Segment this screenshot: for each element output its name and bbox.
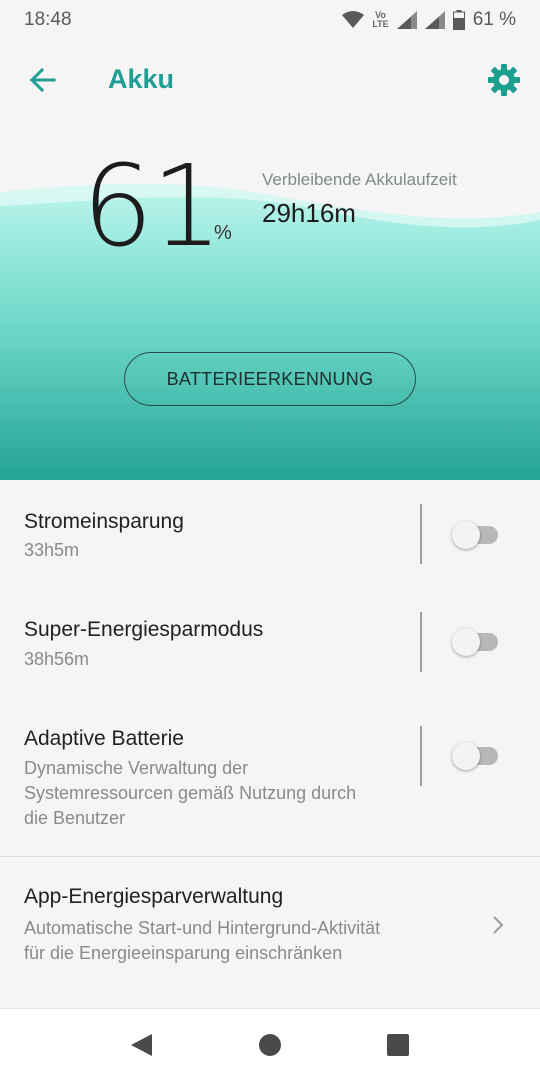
app-power-manager-subtitle: Automatische Start-und Hintergrund-Aktiv… <box>24 918 381 963</box>
app-power-manager-row[interactable]: App-Energiesparverwaltung Automatische S… <box>0 857 540 987</box>
toggle-thumb <box>452 521 480 549</box>
chevron-right-icon <box>493 916 504 934</box>
page-title: Akku <box>108 64 175 94</box>
power-saving-toggle[interactable] <box>452 520 500 550</box>
battery-percent: 61 <box>82 142 223 272</box>
remaining-time-value: 29h16m <box>262 198 356 228</box>
battery-detection-button[interactable]: BATTERIEERKENNUNG <box>124 352 416 406</box>
power-saving-row[interactable]: Stromeinsparung 33h5m <box>0 480 540 590</box>
row-divider <box>420 504 422 564</box>
gear-icon[interactable] <box>484 60 524 100</box>
back-triangle-icon[interactable] <box>128 1031 156 1059</box>
recents-square-icon[interactable] <box>384 1031 412 1059</box>
super-power-saving-toggle[interactable] <box>452 627 500 657</box>
row-divider <box>420 612 422 672</box>
battery-hero: 61 % Verbleibende Akkulaufzeit 29h16m BA… <box>0 120 540 480</box>
power-saving-subtitle: 33h5m <box>24 540 80 560</box>
adaptive-battery-toggle[interactable] <box>452 741 500 771</box>
row-divider <box>420 726 422 786</box>
super-power-saving-title: Super-Energiesparmodus <box>24 618 264 641</box>
system-nav-bar <box>0 1008 540 1080</box>
adaptive-battery-row[interactable]: Adaptive Batterie Dynamische Verwaltung … <box>0 700 540 856</box>
adaptive-battery-title: Adaptive Batterie <box>24 727 184 750</box>
volte-icon: Vo LTE <box>372 10 389 29</box>
power-saving-title: Stromeinsparung <box>24 510 184 533</box>
signal-icon <box>396 11 417 29</box>
app-power-manager-title: App-Energiesparverwaltung <box>24 885 284 908</box>
super-power-saving-subtitle: 38h56m <box>24 649 90 669</box>
status-icons: Vo LTE 61 % <box>342 9 516 31</box>
home-circle-icon[interactable] <box>256 1031 284 1059</box>
remaining-time-label: Verbleibende Akkulaufzeit <box>262 170 457 189</box>
status-time: 18:48 <box>24 9 72 30</box>
battery-percent-unit: % <box>214 222 232 244</box>
status-bar: 18:48 Vo LTE 61 % <box>0 0 540 40</box>
arrow-left-icon[interactable] <box>24 62 60 98</box>
toggle-thumb <box>452 742 480 770</box>
wifi-icon <box>342 11 365 28</box>
battery-icon <box>452 10 465 30</box>
signal-icon <box>424 11 445 29</box>
adaptive-battery-subtitle: Dynamische Verwaltung der Systemressourc… <box>24 758 357 828</box>
app-bar: Akku <box>0 40 540 120</box>
super-power-saving-row[interactable]: Super-Energiesparmodus 38h56m <box>0 590 540 700</box>
battery-percent-status: 61 % <box>472 9 516 30</box>
toggle-thumb <box>452 628 480 656</box>
